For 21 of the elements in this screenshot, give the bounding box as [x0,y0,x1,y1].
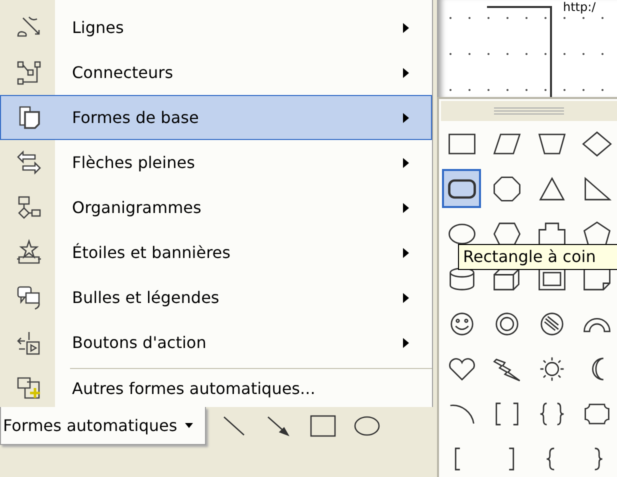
menu-item[interactable]: Autres formes automatiques... [0,372,432,404]
canvas-text: http:/ [563,0,596,14]
tooltip: Rectangle à coin [458,244,617,270]
menu-item[interactable]: Bulles et légendes [0,275,432,320]
rounded-rectangle-icon[interactable] [442,169,481,208]
oval-icon[interactable] [352,414,382,438]
autoshapes-button[interactable]: Formes automatiques [0,407,206,445]
star-icon [14,238,42,266]
connector-icon [14,58,42,86]
rectangle-icon[interactable] [308,414,338,438]
menu-item[interactable]: Lignes [0,5,432,50]
menu-item[interactable]: Formes de base [0,95,432,140]
callout-icon [14,284,42,312]
drag-handle[interactable] [441,101,617,121]
menu-item[interactable]: Boutons d'action [0,320,432,365]
menu-item[interactable]: Flèches pleines [0,140,432,185]
menu-item[interactable]: Organigrammes [0,185,432,230]
caret-icon [185,423,194,428]
menu-item[interactable]: Étoiles et bannières [0,230,432,275]
arrows-icon [14,148,42,176]
menu-item[interactable]: Connecteurs [0,50,432,95]
